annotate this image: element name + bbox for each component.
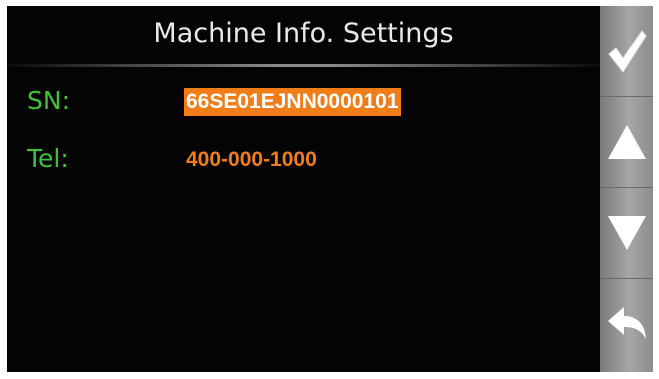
side-button-panel (600, 6, 653, 372)
sn-label: SN: (27, 86, 70, 115)
sn-row[interactable]: SN: 66SE01EJNN0000101 (7, 84, 600, 120)
back-arrow-icon (608, 307, 646, 339)
tel-label: Tel: (27, 144, 69, 173)
title-divider (7, 64, 600, 67)
down-arrow-icon (608, 216, 646, 250)
checkmark-icon (608, 30, 647, 73)
device-screen: Machine Info. Settings SN: 66SE01EJNN000… (7, 6, 653, 372)
up-arrow-icon (608, 125, 646, 159)
sn-value-field[interactable]: 66SE01EJNN0000101 (184, 88, 401, 116)
down-button[interactable] (600, 188, 653, 279)
confirm-button[interactable] (600, 6, 653, 97)
page-title: Machine Info. Settings (153, 18, 454, 49)
up-button[interactable] (600, 97, 653, 188)
tel-row[interactable]: Tel: 400-000-1000 (7, 142, 600, 178)
title-bar: Machine Info. Settings (7, 6, 600, 67)
back-button[interactable] (600, 279, 653, 372)
tel-value-field[interactable]: 400-000-1000 (184, 146, 319, 174)
